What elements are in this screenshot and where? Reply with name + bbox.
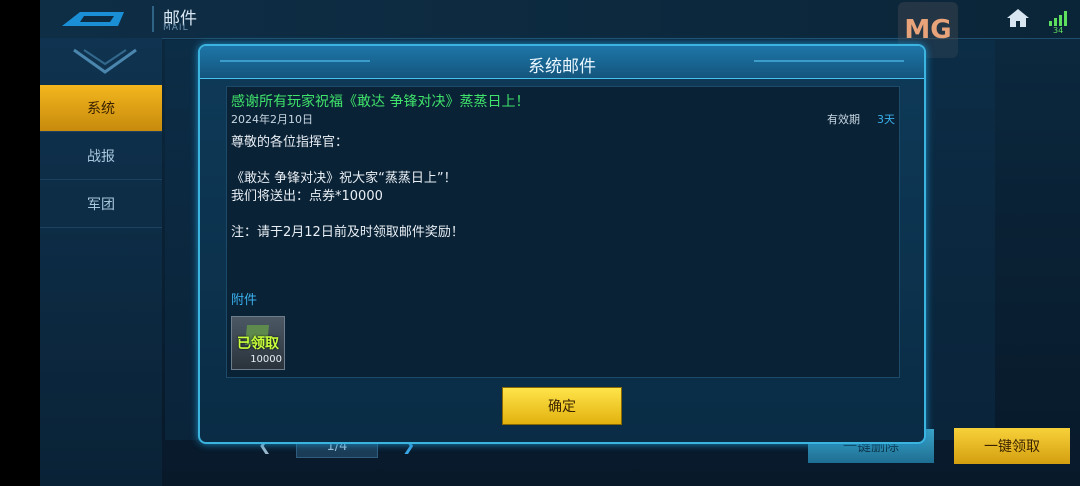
mail-content: 感谢所有玩家祝福《敢达 争锋对决》蒸蒸日上！ 2024年2月10日 有效期 3天… (226, 86, 900, 378)
page-title-en: MAIL (163, 23, 189, 33)
validity-value: 3天 (877, 113, 895, 126)
attachment-label: 附件 (231, 293, 258, 308)
claim-all-button[interactable]: 一键领取 (954, 428, 1070, 464)
header-decoration-icon (754, 60, 904, 62)
attachment-item[interactable]: 已领取 10000 (231, 316, 285, 370)
attachment-quantity: 10000 (250, 354, 282, 365)
title-divider (152, 6, 154, 32)
mail-subject: 感谢所有玩家祝福《敢达 争锋对决》蒸蒸日上！ (231, 94, 530, 110)
mail-body-line: 我们将送出：点券*10000 (231, 189, 383, 204)
sidebar-item-system[interactable]: 系统 (40, 85, 162, 132)
dialog-header: 系统邮件 (200, 46, 924, 79)
signal-icon (1049, 11, 1067, 26)
back-logo-icon[interactable] (58, 8, 128, 30)
chevron-down-icon (73, 48, 137, 74)
sidebar-item-label: 系统 (87, 101, 115, 117)
sidebar: 系统 战报 军团 (40, 38, 162, 486)
mail-dialog: 系统邮件 感谢所有玩家祝福《敢达 争锋对决》蒸蒸日上！ 2024年2月10日 有… (198, 44, 926, 444)
mail-body-line: 注：请于2月12日前及时领取邮件奖励！ (231, 225, 464, 240)
left-black-strip (0, 0, 40, 486)
validity-label: 有效期 (827, 113, 860, 126)
home-icon[interactable] (1006, 8, 1030, 28)
mail-body-line: 《敢达 争锋对决》祝大家“蒸蒸日上”！ (231, 171, 457, 186)
mail-body-line: 尊敬的各位指挥官： (231, 135, 349, 150)
sidebar-item-legion[interactable]: 军团 (40, 181, 162, 228)
confirm-button[interactable]: 确定 (502, 387, 622, 425)
sidebar-item-battle-report[interactable]: 战报 (40, 133, 162, 180)
signal-value: 34 (1053, 26, 1064, 35)
sidebar-item-label: 战报 (87, 149, 115, 165)
sidebar-item-label: 军团 (87, 197, 115, 213)
claimed-status: 已领取 (237, 336, 279, 352)
mail-date: 2024年2月10日 (231, 113, 313, 126)
